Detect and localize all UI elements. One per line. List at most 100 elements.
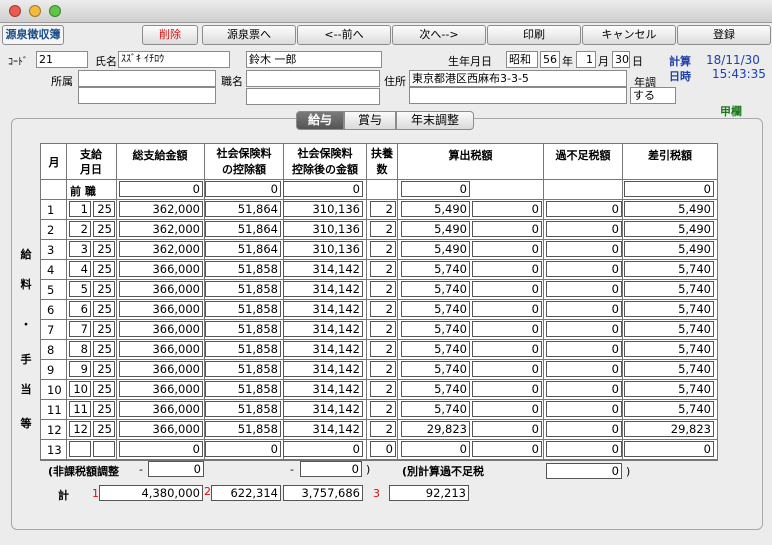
row-total-pay[interactable]: 366,000 xyxy=(119,321,203,337)
dept-field-1[interactable] xyxy=(78,70,216,87)
birth-year-field[interactable]: 56 xyxy=(540,51,560,68)
row-pay-day[interactable]: 25 xyxy=(93,281,115,297)
row-total-pay[interactable]: 366,000 xyxy=(119,401,203,417)
row-shortfall[interactable]: 0 xyxy=(546,221,622,237)
row-pay-month[interactable]: 3 xyxy=(69,241,91,257)
row-tax-adjust[interactable]: 0 xyxy=(472,341,542,357)
post-field-2[interactable] xyxy=(246,88,380,105)
row-tax[interactable]: 5,740 xyxy=(401,401,470,417)
row-tax-adjust[interactable]: 0 xyxy=(472,361,542,377)
row-shortfall[interactable]: 0 xyxy=(546,441,622,457)
row-pay-day[interactable] xyxy=(93,441,115,457)
row-pay-month[interactable]: 8 xyxy=(69,341,91,357)
row-pay-month[interactable]: 9 xyxy=(69,361,91,377)
row-tax-adjust[interactable]: 0 xyxy=(472,201,542,217)
row-dependents[interactable]: 2 xyxy=(370,401,396,417)
row-pay-day[interactable]: 25 xyxy=(93,261,115,277)
row-tax-adjust[interactable]: 0 xyxy=(472,441,542,457)
row-dependents[interactable]: 2 xyxy=(370,381,396,397)
row-dependents[interactable]: 2 xyxy=(370,221,396,237)
row-total-pay[interactable]: 366,000 xyxy=(119,261,203,277)
print-button[interactable]: 印刷 xyxy=(487,25,581,45)
prev-job-ins[interactable]: 0 xyxy=(205,181,281,197)
row-after-ins[interactable]: 314,142 xyxy=(283,361,363,377)
row-total-pay[interactable]: 362,000 xyxy=(119,201,203,217)
prev-button[interactable]: <--前へ xyxy=(297,25,391,45)
row-tax[interactable]: 5,740 xyxy=(401,361,470,377)
row-shortfall[interactable]: 0 xyxy=(546,301,622,317)
row-shortfall[interactable]: 0 xyxy=(546,241,622,257)
row-dependents[interactable]: 2 xyxy=(370,361,396,377)
row-after-ins[interactable]: 314,142 xyxy=(283,301,363,317)
row-dependents[interactable]: 2 xyxy=(370,261,396,277)
row-tax[interactable]: 5,490 xyxy=(401,241,470,257)
row-net-tax[interactable]: 5,490 xyxy=(624,221,714,237)
row-insurance[interactable]: 51,858 xyxy=(205,261,281,277)
row-tax[interactable]: 5,740 xyxy=(401,261,470,277)
row-after-ins[interactable]: 310,136 xyxy=(283,221,363,237)
row-dependents[interactable]: 2 xyxy=(370,301,396,317)
row-shortfall[interactable]: 0 xyxy=(546,321,622,337)
row-tax-adjust[interactable]: 0 xyxy=(472,321,542,337)
name-field[interactable]: 鈴木 一郎 xyxy=(246,51,382,68)
row-tax[interactable]: 5,740 xyxy=(401,281,470,297)
nontax-field-1[interactable]: 0 xyxy=(148,461,204,477)
row-total-pay[interactable]: 366,000 xyxy=(119,301,203,317)
row-dependents[interactable]: 2 xyxy=(370,201,396,217)
row-pay-month[interactable]: 10 xyxy=(69,381,91,397)
row-total-pay[interactable]: 362,000 xyxy=(119,241,203,257)
row-tax[interactable]: 0 xyxy=(401,441,470,457)
row-after-ins[interactable]: 314,142 xyxy=(283,381,363,397)
cancel-button[interactable]: キャンセル xyxy=(582,25,676,45)
row-net-tax[interactable]: 5,740 xyxy=(624,361,714,377)
era-field[interactable]: 昭和 xyxy=(506,51,538,68)
row-insurance[interactable]: 51,858 xyxy=(205,341,281,357)
row-dependents[interactable]: 2 xyxy=(370,321,396,337)
tab-year-end[interactable]: 年末調整 xyxy=(396,111,474,130)
prev-job-net[interactable]: 0 xyxy=(624,181,714,197)
row-insurance[interactable]: 51,858 xyxy=(205,301,281,317)
row-net-tax[interactable]: 5,490 xyxy=(624,201,714,217)
close-window-icon[interactable] xyxy=(9,5,21,17)
row-insurance[interactable]: 51,864 xyxy=(205,221,281,237)
row-insurance[interactable]: 51,858 xyxy=(205,321,281,337)
row-shortfall[interactable]: 0 xyxy=(546,261,622,277)
row-shortfall[interactable]: 0 xyxy=(546,201,622,217)
row-after-ins[interactable]: 314,142 xyxy=(283,261,363,277)
row-after-ins[interactable]: 314,142 xyxy=(283,321,363,337)
row-dependents[interactable]: 0 xyxy=(370,441,396,457)
row-tax-adjust[interactable]: 0 xyxy=(472,241,542,257)
row-tax[interactable]: 5,740 xyxy=(401,321,470,337)
row-shortfall[interactable]: 0 xyxy=(546,341,622,357)
app-title-button[interactable]: 源泉徴収簿 xyxy=(2,25,64,45)
row-total-pay[interactable]: 366,000 xyxy=(119,341,203,357)
row-tax-adjust[interactable]: 0 xyxy=(472,301,542,317)
row-pay-day[interactable]: 25 xyxy=(93,221,115,237)
row-net-tax[interactable]: 29,823 xyxy=(624,421,714,437)
row-net-tax[interactable]: 5,740 xyxy=(624,401,714,417)
row-tax-adjust[interactable]: 0 xyxy=(472,281,542,297)
row-net-tax[interactable]: 5,740 xyxy=(624,381,714,397)
row-tax-adjust[interactable]: 0 xyxy=(472,381,542,397)
row-total-pay[interactable]: 366,000 xyxy=(119,381,203,397)
row-pay-month[interactable]: 7 xyxy=(69,321,91,337)
row-insurance[interactable]: 51,858 xyxy=(205,361,281,377)
row-after-ins[interactable]: 0 xyxy=(283,441,363,457)
row-net-tax[interactable]: 5,740 xyxy=(624,321,714,337)
row-pay-month[interactable]: 6 xyxy=(69,301,91,317)
row-tax-adjust[interactable]: 0 xyxy=(472,261,542,277)
row-insurance[interactable]: 51,864 xyxy=(205,241,281,257)
row-pay-day[interactable]: 25 xyxy=(93,201,115,217)
name-kana-field[interactable]: ｽｽﾞｷ ｲﾁﾛｳ xyxy=(118,51,230,68)
row-insurance[interactable]: 51,864 xyxy=(205,201,281,217)
address-field-2[interactable] xyxy=(409,87,627,104)
row-after-ins[interactable]: 314,142 xyxy=(283,401,363,417)
row-total-pay[interactable]: 0 xyxy=(119,441,203,457)
prev-job-tax[interactable]: 0 xyxy=(401,181,470,197)
row-shortfall[interactable]: 0 xyxy=(546,281,622,297)
next-button[interactable]: 次へ--> xyxy=(392,25,486,45)
tab-bonus[interactable]: 賞与 xyxy=(344,111,396,130)
post-field-1[interactable] xyxy=(246,70,380,87)
row-pay-day[interactable]: 25 xyxy=(93,301,115,317)
to-slip-button[interactable]: 源泉票へ xyxy=(202,25,296,45)
